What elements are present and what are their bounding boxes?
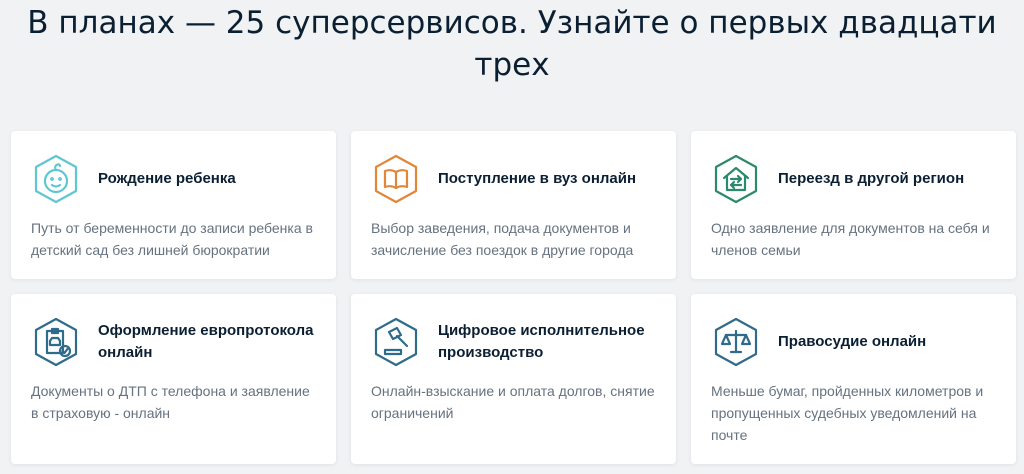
- card-header: Оформление европротокола онлайн: [31, 316, 318, 368]
- card-title: Правосудие онлайн: [778, 333, 927, 350]
- card-header: Правосудие онлайн: [711, 316, 998, 368]
- scales-icon-svg: [714, 317, 758, 367]
- house-arrows-icon-svg: [714, 154, 758, 204]
- card-description: Документы о ДТП с телефона и заявление в…: [31, 383, 310, 421]
- baby-face-icon-svg: [34, 154, 78, 204]
- scales-icon: [711, 316, 761, 368]
- service-card-justice[interactable]: Правосудие онлайн Меньше бумаг, пройденн…: [691, 294, 1016, 464]
- service-card-education[interactable]: Поступление в вуз онлайн Выбор заведения…: [351, 131, 676, 279]
- card-description: Выбор заведения, подача документов и зач…: [371, 220, 634, 258]
- card-title: Переезд в другой регион: [778, 170, 965, 187]
- gavel-icon: [371, 316, 421, 368]
- card-title: Цифровое исполнительное производство: [438, 322, 645, 361]
- open-book-icon: [371, 153, 421, 205]
- service-card-enforcement[interactable]: Цифровое исполнительное производство Онл…: [351, 294, 676, 464]
- baby-face-icon: [31, 153, 81, 205]
- page-title: В планах — 25 суперсервисов. Узнайте о п…: [27, 5, 997, 83]
- card-description: Одно заявление для документов на себя и …: [711, 220, 990, 258]
- service-card-relocation[interactable]: Переезд в другой регион Одно заявление д…: [691, 131, 1016, 279]
- card-title: Поступление в вуз онлайн: [438, 170, 637, 187]
- car-document-icon-svg: [34, 317, 78, 367]
- service-card-accident[interactable]: Оформление европротокола онлайн Документ…: [11, 294, 336, 464]
- card-header: Цифровое исполнительное производство: [371, 316, 658, 368]
- service-card-birth[interactable]: Рождение ребенка Путь от беременности до…: [11, 131, 336, 279]
- gavel-icon-svg: [374, 317, 418, 367]
- card-description: Меньше бумаг, пройденных километров и пр…: [711, 383, 984, 443]
- card-title: Рождение ребенка: [98, 170, 236, 187]
- car-document-icon: [31, 316, 81, 368]
- card-header: Поступление в вуз онлайн: [371, 153, 658, 205]
- open-book-icon-svg: [374, 154, 418, 204]
- card-header: Рождение ребенка: [31, 153, 318, 205]
- house-arrows-icon: [711, 153, 761, 205]
- card-description: Путь от беременности до записи ребенка в…: [31, 220, 313, 258]
- card-description: Онлайн-взыскание и оплата долгов, снятие…: [371, 383, 655, 421]
- card-header: Переезд в другой регион: [711, 153, 998, 205]
- card-title: Оформление европротокола онлайн: [98, 322, 314, 361]
